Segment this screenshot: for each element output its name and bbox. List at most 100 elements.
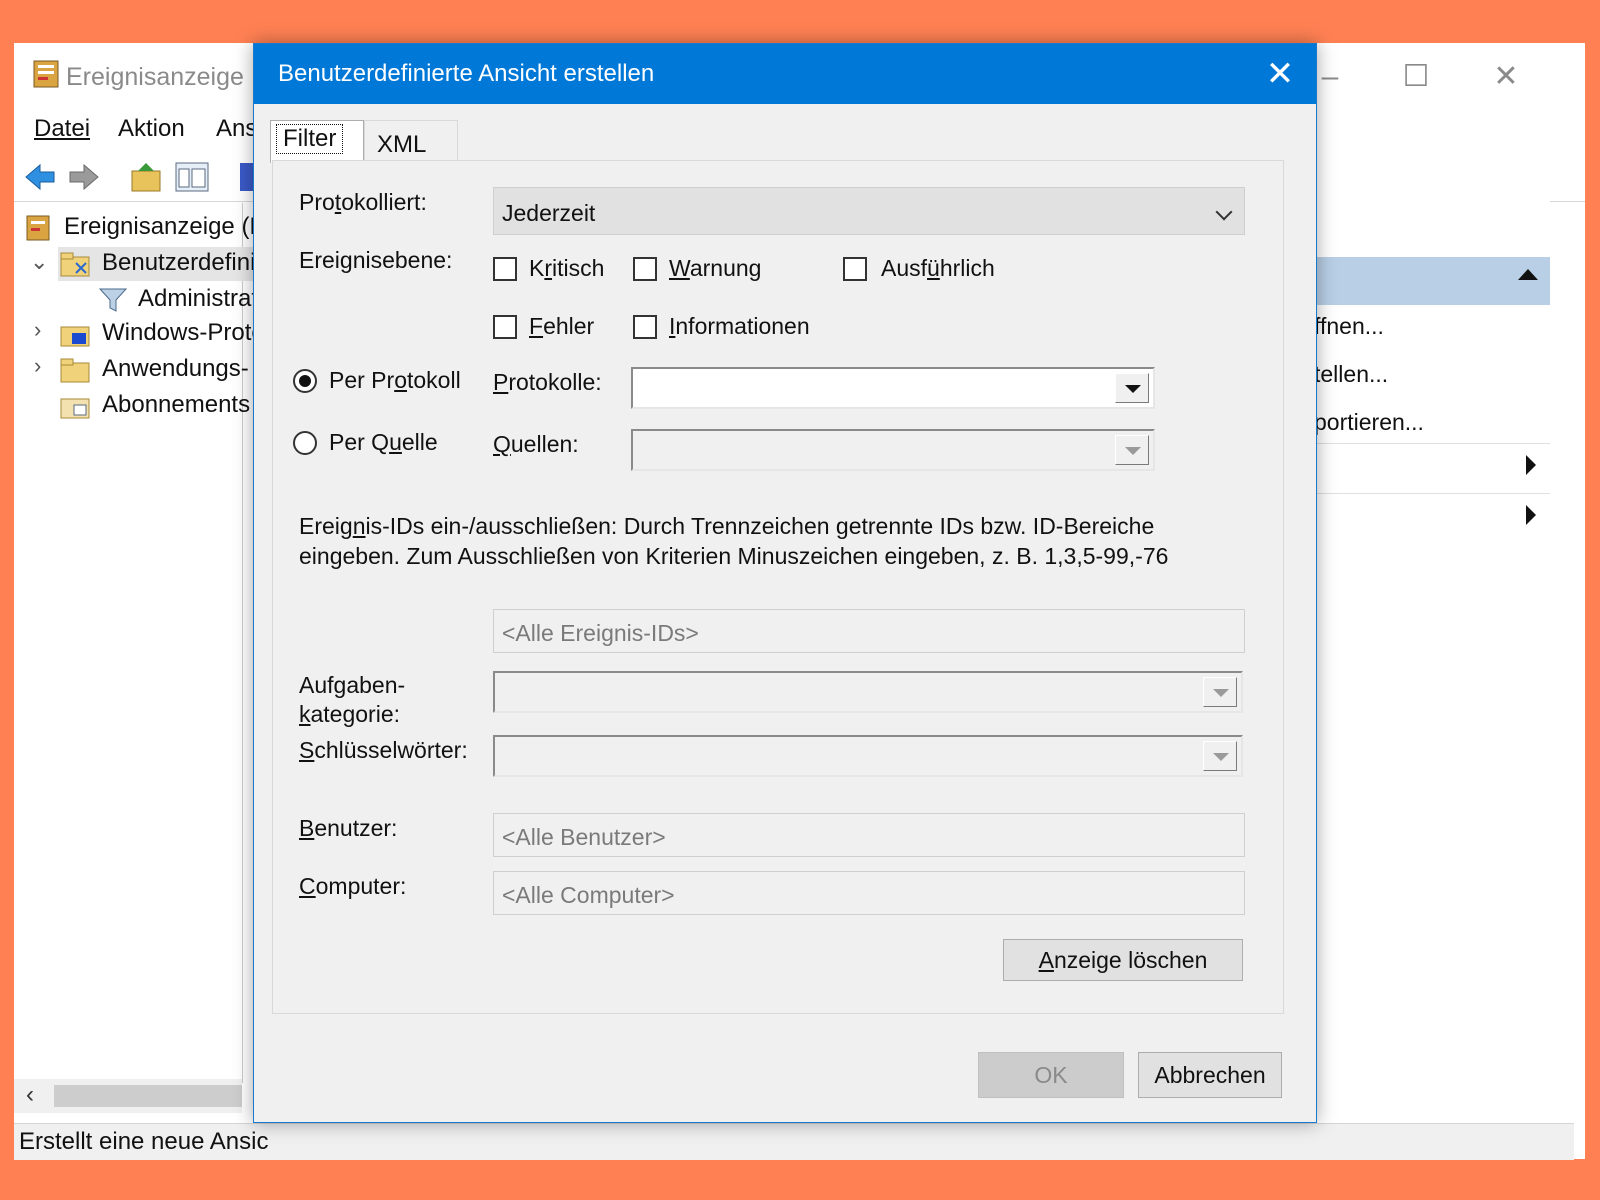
cancel-button[interactable]: Abbrechen (1138, 1052, 1282, 1098)
computer-placeholder: <Alle Computer> (502, 882, 675, 908)
tree-item-label: Ereignisanzeige (Lo (64, 213, 254, 240)
menu-aktion[interactable]: Aktion (118, 115, 185, 143)
forward-arrow-icon[interactable] (66, 159, 102, 195)
keywords-dropdown[interactable] (493, 735, 1243, 777)
action-import[interactable]: portieren... (1314, 409, 1424, 436)
event-viewer-icon (26, 215, 50, 241)
filter-panel: Protokolliert: Jederzeit Ereignisebene: … (272, 160, 1284, 1014)
actions-pane: ffnen... tellen... portieren... (1314, 197, 1550, 1075)
collapse-up-icon[interactable] (1518, 269, 1538, 280)
tree-item-subscriptions[interactable]: Abonnements (58, 389, 258, 423)
dropdown-arrow-icon[interactable] (1203, 741, 1237, 771)
tree-item-label: Anwendungs- (102, 355, 249, 382)
submenu-arrow-icon[interactable] (1526, 455, 1536, 475)
close-icon[interactable]: ✕ (1258, 52, 1302, 96)
user-placeholder: <Alle Benutzer> (502, 824, 666, 850)
checkbox-informationen[interactable] (633, 315, 657, 339)
chevron-down-icon (1215, 203, 1233, 221)
radio-per-quelle[interactable] (293, 431, 317, 455)
menu-datei[interactable]: Datei (34, 115, 90, 143)
chevron-down-icon[interactable]: ⌄ (30, 249, 48, 275)
windows-logs-folder-icon (60, 326, 90, 347)
computer-label: Computer: (299, 873, 407, 899)
submenu-arrow-icon[interactable] (1526, 505, 1536, 525)
create-custom-view-dialog: Benutzerdefinierte Ansicht erstellen ✕ F… (253, 43, 1317, 1123)
checkbox-ausfuehrlich[interactable] (843, 257, 867, 281)
event-ids-placeholder: <Alle Ereignis-IDs> (502, 620, 699, 646)
sources-dropdown[interactable] (631, 429, 1155, 471)
status-bar: Erstellt eine neue Ansic (14, 1123, 1574, 1160)
tree-item-label: Abonnements (102, 391, 251, 418)
task-category-label: Aufgaben- kategorie: (299, 671, 405, 729)
dropdown-arrow-icon[interactable] (1203, 677, 1237, 707)
up-folder-icon[interactable] (128, 159, 164, 195)
radio-per-quelle-label: Per Quelle (329, 429, 438, 455)
main-window-title: Ereignisanzeige (66, 63, 244, 91)
console-tree: Ereignisanzeige (Lo Benutzerdefini ⌄ Adm… (14, 203, 258, 1083)
description-line: Ereignis-IDs ein-/ausschließen: Durch Tr… (299, 513, 1155, 539)
dropdown-arrow-icon[interactable] (1115, 435, 1149, 465)
tab-xml[interactable]: XML (364, 120, 458, 161)
clear-button[interactable]: Anzeige löschen (1003, 939, 1243, 981)
user-label: Benutzer: (299, 815, 398, 841)
menu-ansicht[interactable]: Ans (216, 115, 257, 143)
back-arrow-icon[interactable] (22, 159, 58, 195)
task-category-dropdown[interactable] (493, 671, 1243, 713)
tree-item-label: Windows-Proto (102, 319, 258, 346)
label-line: kategorie: (299, 701, 401, 727)
keywords-label: Schlüsselwörter: (299, 737, 468, 763)
checkbox-kritisch[interactable] (493, 257, 517, 281)
tree-item-app-logs[interactable]: Anwendungs- (58, 353, 258, 387)
logs-label: Protokolle: (493, 369, 602, 395)
description-line: eingeben. Zum Ausschließen von Kriterien… (299, 543, 1169, 569)
ok-button[interactable]: OK (978, 1052, 1124, 1098)
scroll-left-icon[interactable]: ‹ (26, 1081, 34, 1109)
status-text: Erstellt eine neue Ansic (19, 1128, 269, 1155)
event-ids-description: Ereignis-IDs ein-/ausschließen: Durch Tr… (299, 511, 1168, 571)
logs-dropdown[interactable] (631, 367, 1155, 409)
event-ids-input[interactable]: <Alle Ereignis-IDs> (493, 609, 1245, 653)
tree-item-windows-logs[interactable]: Windows-Proto (58, 317, 258, 351)
custom-views-folder-icon (60, 252, 90, 277)
chevron-right-icon[interactable]: › (34, 317, 41, 343)
dialog-title-bar: Benutzerdefinierte Ansicht erstellen ✕ (254, 44, 1316, 104)
tree-item-administrative[interactable]: Administrat (98, 283, 258, 317)
show-hide-console-tree-icon[interactable] (174, 159, 210, 195)
horizontal-scrollbar[interactable]: ‹ (14, 1079, 242, 1113)
logged-dropdown[interactable]: Jederzeit (493, 187, 1245, 235)
checkbox-warnung-label: Warnung (669, 255, 762, 281)
tree-item-custom-views[interactable]: Benutzerdefini (58, 247, 258, 281)
dialog-title: Benutzerdefinierte Ansicht erstellen (278, 60, 655, 87)
radio-per-protokoll-label: Per Protokoll (329, 367, 461, 393)
logged-label: Protokolliert: (299, 189, 427, 215)
action-open[interactable]: ffnen... (1314, 313, 1384, 340)
divider (1314, 443, 1550, 444)
user-input[interactable]: <Alle Benutzer> (493, 813, 1245, 857)
divider (1314, 493, 1550, 494)
computer-input[interactable]: <Alle Computer> (493, 871, 1245, 915)
close-window-icon[interactable]: ✕ (1486, 57, 1526, 97)
action-create[interactable]: tellen... (1314, 361, 1388, 388)
scrollbar-thumb[interactable] (54, 1085, 242, 1107)
checkbox-fehler[interactable] (493, 315, 517, 339)
tree-item-root[interactable]: Ereignisanzeige (Lo (14, 211, 254, 245)
sources-label: Quellen: (493, 431, 579, 457)
tree-item-label: Administrat (138, 285, 258, 312)
checkbox-fehler-label: Fehler (529, 313, 595, 339)
radio-per-protokoll[interactable] (293, 369, 317, 393)
dropdown-arrow-icon[interactable] (1115, 373, 1149, 403)
checkbox-informationen-label: Informationen (669, 313, 810, 339)
checkbox-kritisch-label: Kritisch (529, 255, 605, 281)
tree-item-label: Benutzerdefini (102, 249, 256, 276)
subscriptions-icon (60, 398, 90, 419)
event-level-label: Ereignisebene: (299, 247, 453, 273)
checkbox-warnung[interactable] (633, 257, 657, 281)
actions-header[interactable] (1314, 257, 1550, 305)
chevron-right-icon[interactable]: › (34, 353, 41, 379)
app-logs-folder-icon (60, 358, 90, 383)
checkbox-ausfuehrlich-label: Ausführlich (881, 255, 995, 281)
logged-value: Jederzeit (502, 200, 596, 226)
tab-filter[interactable]: Filter (270, 120, 364, 163)
filter-icon (98, 288, 128, 312)
maximize-icon[interactable]: ☐ (1396, 57, 1436, 97)
